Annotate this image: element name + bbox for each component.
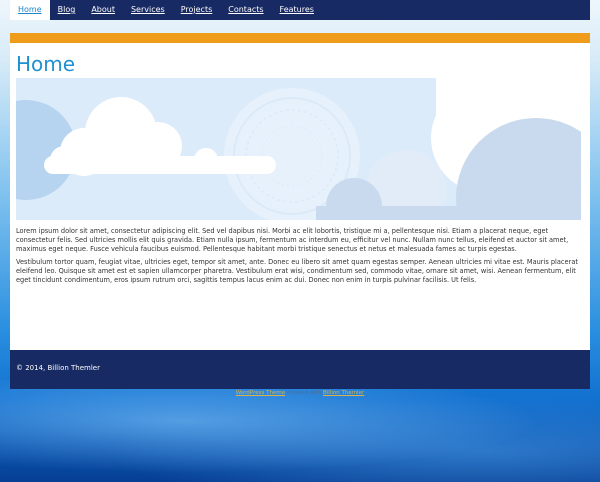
page-title: Home bbox=[16, 52, 76, 76]
paragraph: Lorem ipsum dolor sit amet, consectetur … bbox=[16, 227, 569, 253]
credit-middle-text: created with bbox=[285, 390, 323, 396]
article-body: Lorem ipsum dolor sit amet, consectetur … bbox=[16, 227, 584, 288]
nav-item-features[interactable]: Features bbox=[272, 0, 322, 20]
content-panel: Home Lorem ipsum dolor sit amet, consect… bbox=[10, 33, 590, 350]
page: { "nav": { "items": [ {"label": "Home", … bbox=[0, 0, 600, 482]
wordpress-theme-link[interactable]: WordPress Theme bbox=[236, 390, 285, 396]
main-navigation: Home Blog About Services Projects Contac… bbox=[10, 0, 590, 20]
nav-item-services[interactable]: Services bbox=[123, 0, 173, 20]
nav-item-about[interactable]: About bbox=[83, 0, 123, 20]
nav-item-contacts[interactable]: Contacts bbox=[220, 0, 271, 20]
nav-item-blog[interactable]: Blog bbox=[50, 0, 84, 20]
nav-item-projects[interactable]: Projects bbox=[173, 0, 221, 20]
footer-copyright: © 2014, Billion Themler bbox=[16, 364, 100, 372]
accent-bar bbox=[10, 33, 590, 43]
credit-line: WordPress Theme created with Billion The… bbox=[0, 390, 600, 396]
nav-item-home[interactable]: Home bbox=[10, 0, 50, 20]
hero-sky-image bbox=[16, 78, 581, 220]
billion-themler-link[interactable]: Billion Themler bbox=[323, 390, 364, 396]
footer: © 2014, Billion Themler bbox=[10, 350, 590, 389]
paragraph: Vestibulum tortor quam, feugiat vitae, u… bbox=[16, 257, 578, 284]
